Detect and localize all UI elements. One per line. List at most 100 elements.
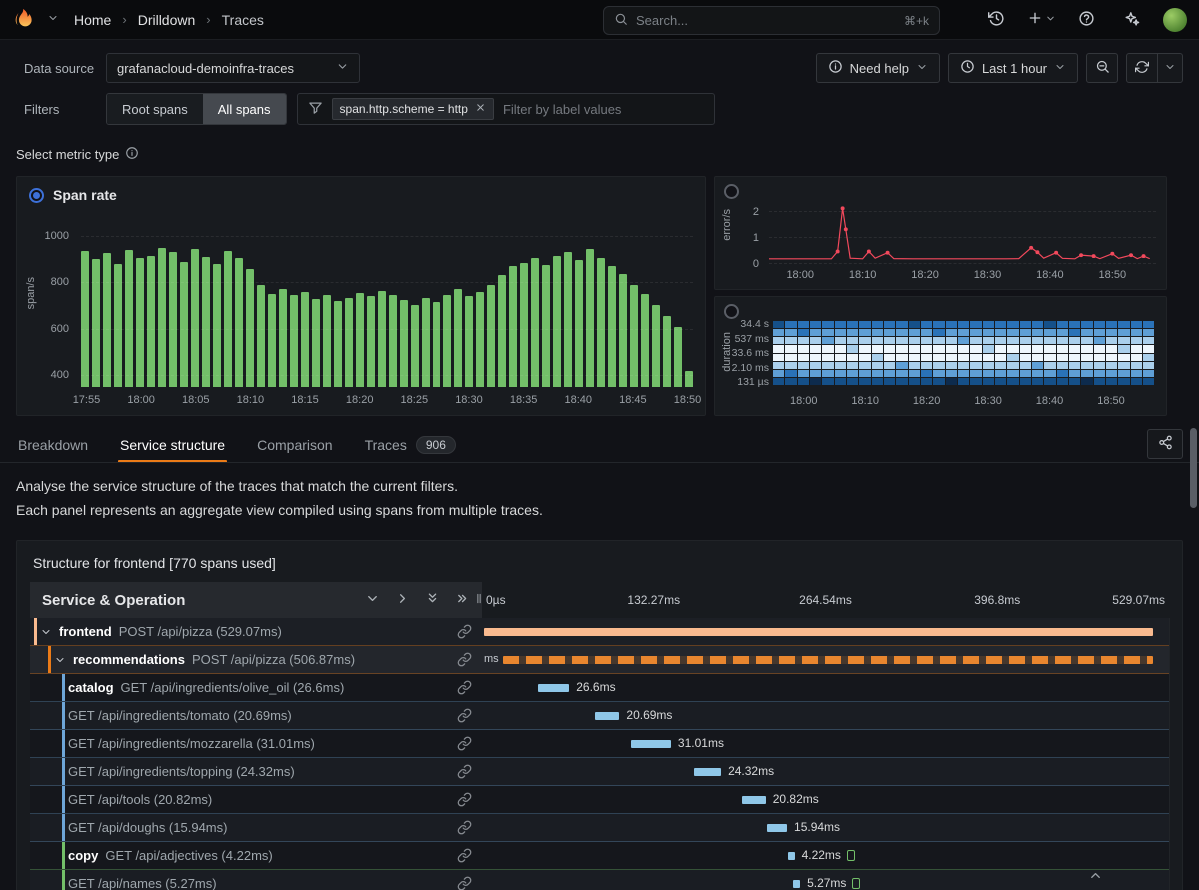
- span-duration-bar[interactable]: [694, 768, 721, 776]
- span-duration-bar[interactable]: [767, 824, 787, 832]
- metric-info-button[interactable]: [125, 146, 139, 163]
- refresh-interval-caret[interactable]: [1157, 53, 1183, 83]
- span-duration-bar[interactable]: [742, 796, 765, 804]
- heatmap-cell: [1007, 337, 1018, 344]
- help-button[interactable]: [1073, 7, 1099, 33]
- span-rate-bar: [323, 295, 331, 387]
- duration-radio[interactable]: [724, 304, 739, 319]
- span-link-button[interactable]: [457, 848, 472, 863]
- span-link-button[interactable]: [457, 792, 472, 807]
- duration-heatmap-chart[interactable]: [773, 321, 1154, 385]
- expand-one-button[interactable]: [395, 591, 410, 610]
- new-menu-button[interactable]: [1028, 7, 1054, 33]
- history-button[interactable]: [983, 7, 1009, 33]
- need-help-button[interactable]: Need help: [816, 53, 940, 83]
- twistie-button[interactable]: [40, 626, 52, 638]
- span-link-button[interactable]: [457, 876, 472, 890]
- heatmap-cell: [958, 345, 969, 352]
- trace-row[interactable]: catalogGET /api/ingredients/olive_oil (2…: [30, 674, 1169, 702]
- span-link-button[interactable]: [457, 708, 472, 723]
- scroll-up-button[interactable]: [1088, 868, 1103, 886]
- trace-row[interactable]: GET /api/ingredients/topping (24.32ms)24…: [30, 758, 1169, 786]
- span-link-button[interactable]: [457, 680, 472, 695]
- twistie-icon: [54, 654, 66, 666]
- tab-traces[interactable]: Traces906: [363, 428, 458, 461]
- trace-row[interactable]: GET /api/ingredients/tomato (20.69ms)20.…: [30, 702, 1169, 730]
- twistie-button[interactable]: [54, 654, 66, 666]
- datasource-select[interactable]: grafanacloud-demoinfra-traces: [106, 53, 360, 83]
- page-scrollbar[interactable]: [1190, 428, 1197, 508]
- collapse-one-button[interactable]: [365, 591, 380, 610]
- x-axis-tick: 18:00: [786, 269, 814, 281]
- collapse-all-button[interactable]: [425, 591, 440, 610]
- span-link-button[interactable]: [457, 736, 472, 751]
- error-rate-radio[interactable]: [724, 184, 739, 199]
- error-point: [1092, 254, 1096, 258]
- expand-all-button[interactable]: [455, 591, 470, 610]
- trace-row[interactable]: recommendationsPOST /api/pizza (506.87ms…: [30, 646, 1169, 674]
- span-duration-bar[interactable]: [503, 656, 1153, 664]
- root-spans-option[interactable]: Root spans: [107, 94, 203, 124]
- need-help-label: Need help: [850, 61, 909, 76]
- trace-row[interactable]: frontendPOST /api/pizza (529.07ms): [30, 618, 1169, 646]
- tabs-divider: [0, 462, 1199, 463]
- span-link-button[interactable]: [457, 652, 472, 667]
- breadcrumb-separator: ›: [203, 12, 213, 27]
- heatmap-cell: [835, 354, 846, 361]
- org-switcher-caret[interactable]: [40, 7, 66, 33]
- heatmap-cell: [847, 345, 858, 352]
- heatmap-cell: [1057, 362, 1068, 369]
- span-rate-bar: [92, 259, 100, 387]
- heatmap-cell: [970, 378, 981, 385]
- grafana-logo-icon[interactable]: [12, 8, 34, 32]
- span-duration-bar[interactable]: [788, 852, 794, 860]
- tab-service-structure[interactable]: Service structure: [118, 428, 227, 461]
- twistie-icon: [40, 626, 52, 638]
- share-button[interactable]: [1147, 429, 1183, 459]
- duration-label-wrap: 24.32ms: [728, 764, 774, 778]
- tab-comparison[interactable]: Comparison: [255, 428, 334, 461]
- label-filter-input[interactable]: span.http.scheme = http Filter by label …: [297, 93, 715, 125]
- remove-filter-button[interactable]: [475, 102, 486, 116]
- search-icon: [614, 12, 628, 26]
- span-duration-bar[interactable]: [538, 684, 570, 692]
- span-rate-chart[interactable]: [81, 229, 693, 387]
- ai-assistant-button[interactable]: [1118, 7, 1144, 33]
- service-color-accent: [62, 730, 65, 757]
- time-range-picker[interactable]: Last 1 hour: [948, 53, 1078, 83]
- tab-breakdown[interactable]: Breakdown: [16, 428, 90, 461]
- heatmap-cell: [810, 370, 821, 377]
- breadcrumb-home[interactable]: Home: [72, 12, 113, 28]
- span-duration-bar[interactable]: [793, 880, 800, 888]
- grafana-traces-drilldown-page: Home › Drilldown › Traces Search... ⌘+k …: [0, 0, 1199, 890]
- refresh-button[interactable]: [1126, 53, 1158, 83]
- breadcrumb-drilldown[interactable]: Drilldown: [136, 12, 198, 28]
- column-resize-handle[interactable]: [472, 592, 486, 609]
- zoom-out-button[interactable]: [1086, 53, 1118, 83]
- trace-row[interactable]: copyGET /api/adjectives (4.22ms)4.22ms: [30, 842, 1169, 870]
- heatmap-cell: [847, 329, 858, 336]
- trace-row[interactable]: GET /api/names (5.27ms)5.27ms: [30, 870, 1169, 890]
- span-duration-bar[interactable]: [484, 628, 1153, 636]
- x-axis-tick: 17:55: [73, 394, 101, 406]
- span-duration-bar[interactable]: [595, 712, 619, 720]
- trace-row[interactable]: GET /api/tools (20.82ms)20.82ms: [30, 786, 1169, 814]
- trace-row[interactable]: GET /api/doughs (15.94ms)15.94ms: [30, 814, 1169, 842]
- search-input[interactable]: Search... ⌘+k: [603, 6, 940, 35]
- duration-label: 24.32ms: [728, 764, 774, 778]
- all-spans-option[interactable]: All spans: [203, 94, 286, 124]
- span-duration-bar[interactable]: [631, 740, 671, 748]
- help-icon: [1078, 10, 1095, 27]
- span-rate-radio[interactable]: [29, 188, 44, 203]
- span-link-button[interactable]: [457, 764, 472, 779]
- trace-row[interactable]: GET /api/ingredients/mozzarella (31.01ms…: [30, 730, 1169, 758]
- heatmap-cell: [1131, 370, 1142, 377]
- heatmap-cell: [946, 354, 957, 361]
- avatar[interactable]: [1163, 8, 1187, 32]
- heatmap-cell: [859, 345, 870, 352]
- operation-name: GET /api/names (5.27ms): [68, 876, 217, 890]
- span-link-button[interactable]: [457, 624, 472, 639]
- heatmap-cell: [983, 329, 994, 336]
- error-rate-chart[interactable]: [769, 201, 1156, 263]
- span-link-button[interactable]: [457, 820, 472, 835]
